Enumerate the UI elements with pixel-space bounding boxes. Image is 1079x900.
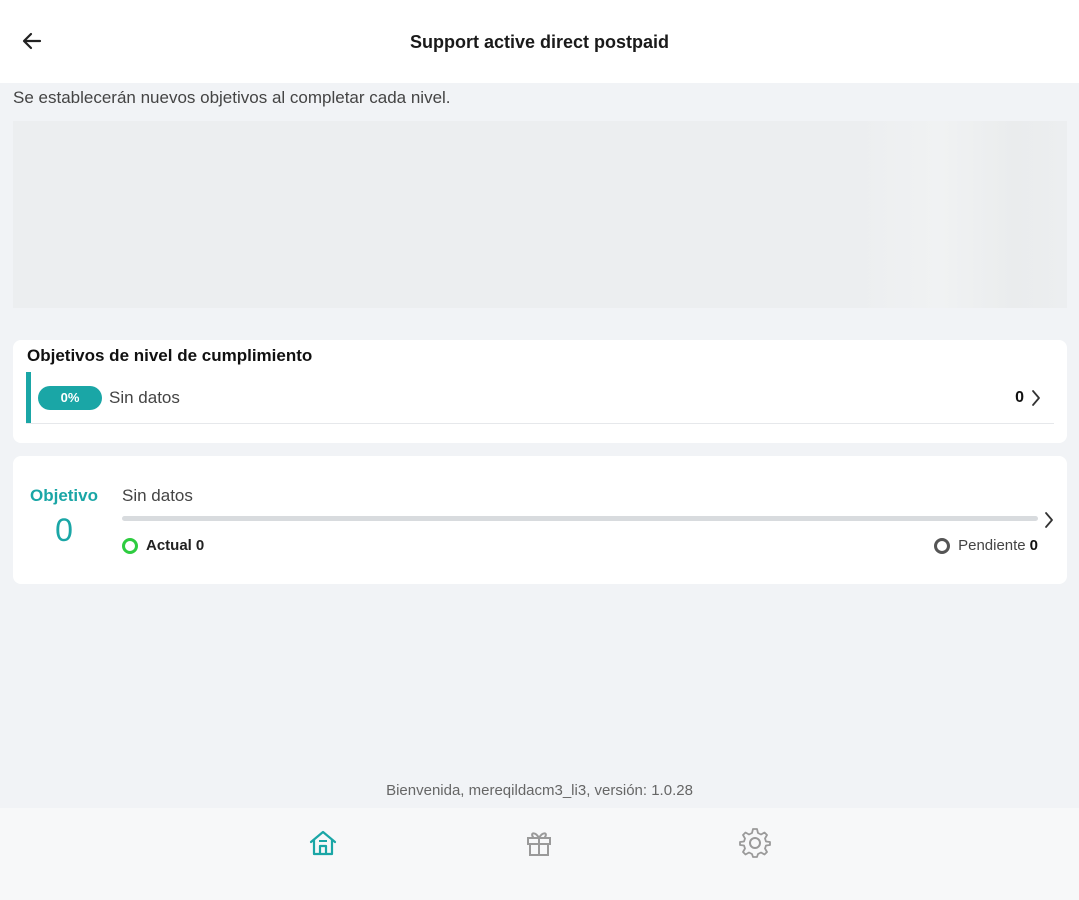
nav-rewards[interactable]	[509, 818, 569, 868]
actual-ring-icon	[122, 537, 138, 554]
goal-label: Objetivo	[29, 486, 98, 505]
actual-value: 0	[195, 537, 205, 554]
actual-label: Actual	[146, 537, 192, 554]
home-icon	[309, 830, 337, 856]
nav-home[interactable]	[293, 818, 353, 868]
top-app-bar: Support active direct postpaid	[0, 0, 1079, 83]
gift-icon	[527, 832, 551, 856]
banner-image	[13, 121, 1067, 308]
page-title: Support active direct postpaid	[409, 32, 670, 52]
goal-progress-track	[122, 516, 1038, 521]
intro-text: Se establecerán nuevos objetivos al comp…	[13, 88, 451, 107]
level-status-label: Sin datos	[109, 388, 180, 407]
level-row[interactable]: 0% Sin datos 0	[26, 372, 1054, 424]
goal-card[interactable]: Objetivo 0 Sin datos Actual 0 Pendiente …	[13, 456, 1067, 584]
legend-actual: Actual 0	[122, 537, 204, 554]
nav-settings[interactable]	[725, 818, 785, 868]
goal-status-label: Sin datos	[122, 486, 193, 505]
gear-icon	[739, 828, 771, 858]
pending-ring-icon	[934, 537, 951, 554]
levels-title: Objetivos de nivel de cumplimiento	[27, 346, 313, 365]
footer-version-text: Bienvenida, mereqildacm3_li3, versión: 1…	[386, 782, 693, 799]
legend-pending: Pendiente 0	[934, 537, 1038, 554]
chevron-right-icon[interactable]	[1043, 510, 1055, 530]
level-percent-badge: 0%	[38, 386, 102, 410]
chevron-right-icon	[1032, 390, 1040, 406]
level-accent-bar	[26, 372, 31, 423]
goal-value: 0	[55, 512, 73, 548]
bottom-navigation	[0, 808, 1079, 900]
pending-label: Pendiente	[958, 537, 1026, 554]
pending-value: 0	[1029, 537, 1038, 554]
levels-card: Objetivos de nivel de cumplimiento 0% Si…	[13, 340, 1067, 443]
level-count: 0	[1015, 389, 1024, 406]
